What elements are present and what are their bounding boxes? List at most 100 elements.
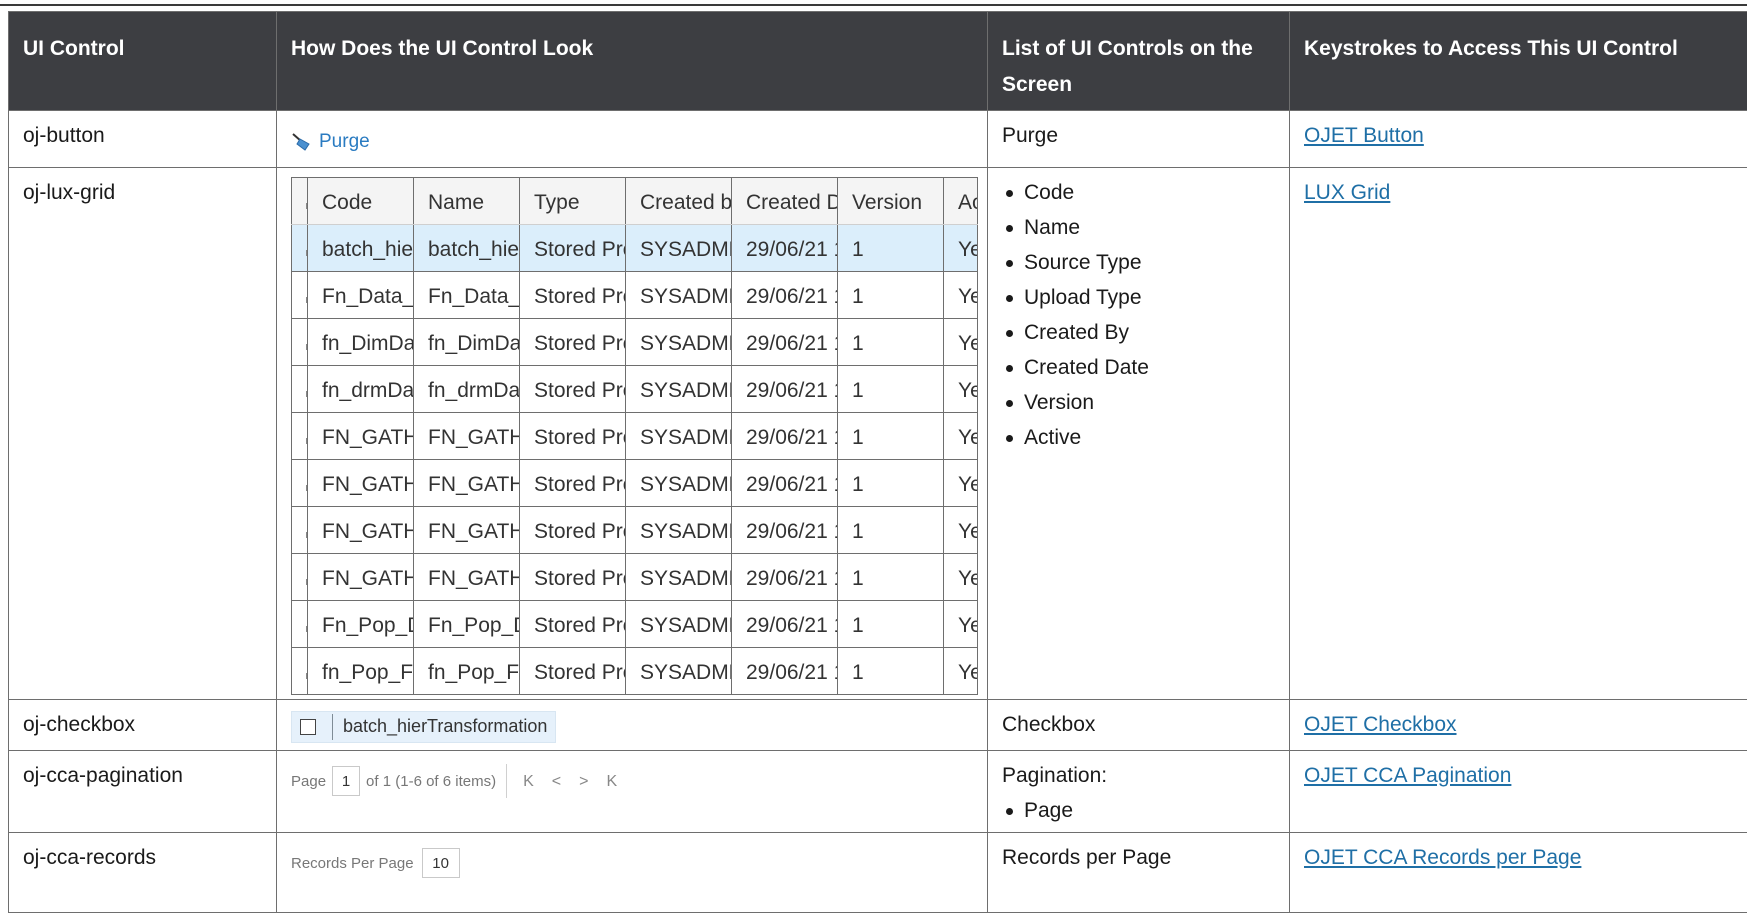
grid-cell: FN_GATHER_STAT_S_RUN_FTS (414, 506, 520, 553)
previous-page-icon: < (552, 764, 561, 799)
header-how-it-looks: How Does the UI Control Look (277, 12, 988, 111)
top-rule (0, 4, 1747, 6)
grid-cell: Stored Procedure (520, 271, 626, 318)
ojet-checkbox-link[interactable]: OJET Checkbox (1304, 713, 1457, 736)
grid-cell: fn_Pop_Fiscal_Periods (308, 647, 414, 694)
grid-cell: SYSADMN (626, 506, 732, 553)
grid-cell: fn_drmDataLoader (308, 365, 414, 412)
grid-cell: SYSADMN (626, 365, 732, 412)
keystroke-cell: LUX Grid (1290, 167, 1747, 699)
grid-header-cell: Type (520, 177, 626, 224)
grid-cell: 29/06/21 12:38:02 (732, 647, 838, 694)
control-preview: Page 1 of 1 (1-6 of 6 items) K < > K (277, 750, 988, 832)
grid-header-row: Code Name Type Created by Created Date V… (292, 177, 978, 224)
grid-cell: FN_GATHER_STAT_S_RUN_FCAS (308, 412, 414, 459)
purge-button-sample: Purge (291, 124, 370, 159)
grid-cell: 29/06/21 12:38:02 (732, 365, 838, 412)
grid-cell: Fn_Data_Elements_Wrapper (414, 271, 520, 318)
table-row: oj-checkbox batch_hierTransformation Che… (9, 699, 1747, 750)
grid-cell: 29/06/21 12:40:04 (732, 506, 838, 553)
grid-cell: batch_hierTransformation (308, 224, 414, 271)
grid-cell: Stored Procedure (520, 318, 626, 365)
ojet-cca-records-link[interactable]: OJET CCA Records per Page (1304, 846, 1581, 869)
grid-cell: fn_Pop_Fiscal_Periods (414, 647, 520, 694)
lux-grid-sample: Code Name Type Created by Created Date V… (291, 177, 978, 695)
divider (506, 764, 507, 798)
control-name: oj-lux-grid (9, 167, 277, 699)
grid-row: batch_hierTransformationbatch_hierTransf… (292, 224, 978, 271)
grid-cell: Stored Procedure (520, 600, 626, 647)
grid-cell: fn_DimDates (308, 318, 414, 365)
controls-list-cell: Pagination: Page (988, 750, 1290, 832)
grid-cell: 29/06/21 12:40:04 (732, 459, 838, 506)
grid-cell: Yes (944, 412, 978, 459)
grid-cell: Yes (944, 224, 978, 271)
grid-cell: FN_GATHER_STAT_S_RUN_FCCS (308, 459, 414, 506)
grid-cell: 1 (838, 412, 944, 459)
grid-header-cell: Version (838, 177, 944, 224)
keystroke-cell: OJET Checkbox (1290, 699, 1747, 750)
header-keystrokes: Keystrokes to Access This UI Control (1290, 12, 1747, 111)
table-row: oj-cca-records Records Per Page 10 Recor… (9, 832, 1747, 912)
controls-bullet-list: Page (1002, 793, 1275, 828)
checkbox-icon (300, 719, 316, 735)
grid-cell: 29/06/21 12:38:02 (732, 224, 838, 271)
grid-row: FN_GATHER_STAT_S_RUN_FCASFN_GATHER_STAT_… (292, 412, 978, 459)
grid-cell: SYSADMN (626, 224, 732, 271)
control-name: oj-checkbox (9, 699, 277, 750)
grid-cell: Fn_Data_Elements_Wrapper (308, 271, 414, 318)
grid-cell: Yes (944, 365, 978, 412)
grid-cell: Stored Procedure (520, 412, 626, 459)
lux-grid-link[interactable]: LUX Grid (1304, 181, 1390, 204)
grid-cell: 1 (838, 553, 944, 600)
list-item: Created Date (1024, 350, 1275, 385)
grid-cell: Yes (944, 553, 978, 600)
header-row: UI Control How Does the UI Control Look … (9, 12, 1747, 111)
header-controls-list: List of UI Controls on the Screen (988, 12, 1290, 111)
header-ui-control: UI Control (9, 12, 277, 111)
table-row: oj-cca-pagination Page 1 of 1 (1-6 of 6 … (9, 750, 1747, 832)
control-preview: Purge (277, 111, 988, 168)
table-row: oj-button Purge Purge OJET Button (9, 111, 1747, 168)
page-number-box: 1 (332, 766, 360, 796)
grid-cell: 1 (838, 271, 944, 318)
grid-cell: SYSADMN (626, 412, 732, 459)
grid-cell: 1 (838, 459, 944, 506)
grid-cell: batch_hierTransformation (414, 224, 520, 271)
grid-row: Fn_Pop_Dq_Edit_Check_ResultsFn_Pop_Dq_Ed… (292, 600, 978, 647)
controls-list-cell: Purge (988, 111, 1290, 168)
checkbox-sample-label: batch_hierTransformation (343, 709, 547, 744)
purge-label: Purge (319, 124, 370, 159)
ojet-cca-pagination-link[interactable]: OJET CCA Pagination (1304, 764, 1511, 787)
ui-controls-table: UI Control How Does the UI Control Look … (8, 11, 1747, 913)
grid-cell: 29/06/21 12:40:04 (732, 553, 838, 600)
list-item: Source Type (1024, 245, 1275, 280)
grid-cell: FN_GATHER_STAT_S_RUN_MISC (308, 553, 414, 600)
last-page-icon: K (606, 764, 617, 799)
grid-cell: 29/06/21 12:38:02 (732, 600, 838, 647)
broom-icon (291, 132, 313, 152)
grid-cell: 29/06/21 12:38:02 (732, 318, 838, 365)
grid-cell: 29/06/21 12:40:04 (732, 412, 838, 459)
keystroke-cell: OJET CCA Pagination (1290, 750, 1747, 832)
grid-cell: Stored Procedure (520, 647, 626, 694)
control-name: oj-button (9, 111, 277, 168)
grid-row: Fn_Data_Elements_WrapperFn_Data_Elements… (292, 271, 978, 318)
controls-bullet-list: Code Name Source Type Upload Type Create… (1002, 175, 1275, 455)
grid-header-cell: Active (944, 177, 978, 224)
grid-row: fn_drmDataLoaderfn_drmDataLoaderStored P… (292, 365, 978, 412)
ojet-button-link[interactable]: OJET Button (1304, 124, 1424, 147)
grid-cell: Stored Procedure (520, 553, 626, 600)
grid-cell: FN_GATHER_STAT_S_RUN_FCCS (414, 459, 520, 506)
controls-list-cell: Checkbox (988, 699, 1290, 750)
grid-cell: 1 (838, 647, 944, 694)
controls-list-heading: Pagination: (1002, 758, 1275, 793)
grid-cell: Stored Procedure (520, 506, 626, 553)
grid-cell: Yes (944, 318, 978, 365)
grid-cell: fn_DimDates (414, 318, 520, 365)
grid-row: FN_GATHER_STAT_S_RUN_MISCFN_GATHER_STAT_… (292, 553, 978, 600)
grid-cell: 1 (838, 600, 944, 647)
records-value-box: 10 (422, 848, 460, 878)
page-label: Page (291, 764, 326, 799)
grid-header-cell: Name (414, 177, 520, 224)
